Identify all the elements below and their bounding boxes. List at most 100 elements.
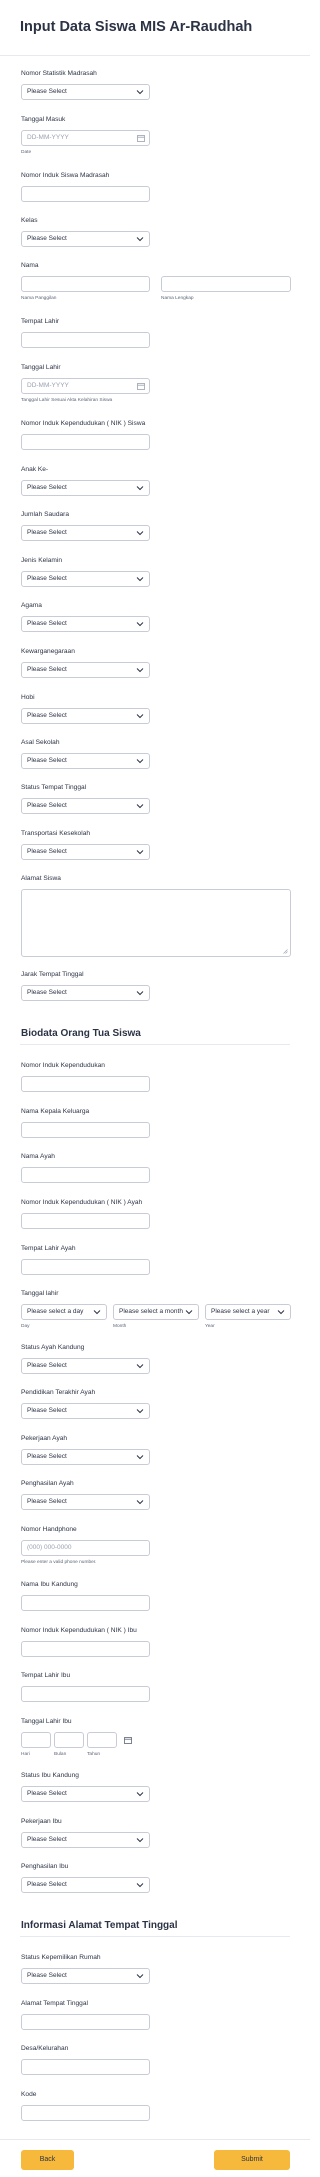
- hari-input[interactable]: [21, 1732, 51, 1748]
- select-value: Please select a day: [27, 1308, 84, 1315]
- tempat-lahir-ayah-input[interactable]: [21, 1259, 150, 1275]
- chevron-down-icon: [136, 1792, 144, 1797]
- select-value: Please Select: [27, 1453, 67, 1460]
- nama-ibu-input[interactable]: [21, 1595, 150, 1611]
- tahun-input[interactable]: [87, 1732, 117, 1748]
- nism-label: Nomor Induk Siswa Madrasah: [21, 172, 110, 179]
- pendidikan-ayah-label: Pendidikan Terakhir Ayah: [21, 1389, 96, 1396]
- alamat-siswa-textarea[interactable]: [21, 889, 291, 957]
- nama-ibu-label: Nama Ibu Kandung: [21, 1581, 78, 1588]
- handphone-label: Nomor Handphone: [21, 1526, 77, 1533]
- alamat-tempat-tinggal-input[interactable]: [21, 2014, 150, 2030]
- nik-label: Nomor Induk Kependudukan: [21, 1062, 105, 1069]
- kewarganegaraan-select[interactable]: Please Select: [21, 662, 150, 678]
- asal-sekolah-label: Asal Sekolah: [21, 739, 60, 746]
- nik-ayah-label: Nomor Induk Kependudukan ( NIK ) Ayah: [21, 1199, 143, 1206]
- status-ibu-select[interactable]: Please Select: [21, 1786, 150, 1802]
- desa-input[interactable]: [21, 2059, 150, 2075]
- pekerjaan-ayah-select[interactable]: Please Select: [21, 1449, 150, 1465]
- pendidikan-ayah-select[interactable]: Please Select: [21, 1403, 150, 1419]
- kode-label: Kode: [21, 2091, 37, 2098]
- status-rumah-select[interactable]: Please Select: [21, 1968, 150, 1984]
- select-value: Please Select: [27, 802, 67, 809]
- month-select[interactable]: Please select a month: [113, 1304, 199, 1320]
- chevron-down-icon: [136, 850, 144, 855]
- back-button[interactable]: Back: [21, 2150, 74, 2170]
- nik-ayah-input[interactable]: [21, 1213, 150, 1229]
- tanggal-masuk-sublabel: Date: [21, 150, 32, 155]
- tanggal-masuk-input[interactable]: DD-MM-YYYY: [21, 130, 150, 146]
- penghasilan-ayah-label: Penghasilan Ayah: [21, 1480, 74, 1487]
- status-ayah-label: Status Ayah Kandung: [21, 1344, 85, 1351]
- jenis-kelamin-select[interactable]: Please Select: [21, 571, 150, 587]
- tempat-lahir-ayah-label: Tempat Lahir Ayah: [21, 1245, 76, 1252]
- nama-kk-input[interactable]: [21, 1122, 150, 1138]
- status-rumah-label: Status Kepemilikan Rumah: [21, 1954, 101, 1961]
- chevron-down-icon: [136, 90, 144, 95]
- bulan-input[interactable]: [54, 1732, 84, 1748]
- nama-lengkap-input[interactable]: [161, 276, 291, 292]
- asal-sekolah-select[interactable]: Please Select: [21, 753, 150, 769]
- nama-ayah-input[interactable]: [21, 1167, 150, 1183]
- desa-label: Desa/Kelurahan: [21, 2045, 69, 2052]
- section-divider: [20, 1936, 290, 1937]
- status-tempat-tinggal-select[interactable]: Please Select: [21, 798, 150, 814]
- anak-ke-select[interactable]: Please Select: [21, 480, 150, 496]
- chevron-down-icon: [136, 577, 144, 582]
- penghasilan-ibu-select[interactable]: Please Select: [21, 1877, 150, 1893]
- alamat-siswa-label: Alamat Siswa: [21, 875, 61, 882]
- chevron-down-icon: [136, 1500, 144, 1505]
- penghasilan-ayah-select[interactable]: Please Select: [21, 1494, 150, 1510]
- agama-select[interactable]: Please Select: [21, 616, 150, 632]
- chevron-down-icon: [136, 1364, 144, 1369]
- nik-ibu-label: Nomor Induk Kependudukan ( NIK ) Ibu: [21, 1627, 137, 1634]
- chevron-down-icon: [136, 486, 144, 491]
- submit-button[interactable]: Submit: [214, 2150, 290, 2170]
- handphone-input[interactable]: (000) 000-0000: [21, 1540, 150, 1556]
- tanggal-lahir-input[interactable]: DD-MM-YYYY: [21, 378, 150, 394]
- pekerjaan-ibu-select[interactable]: Please Select: [21, 1832, 150, 1848]
- jarak-select[interactable]: Please Select: [21, 985, 150, 1001]
- chevron-down-icon: [136, 1838, 144, 1843]
- nik-siswa-input[interactable]: [21, 434, 150, 450]
- tempat-lahir-input[interactable]: [21, 332, 150, 348]
- nama-panggilan-input[interactable]: [21, 276, 150, 292]
- chevron-down-icon: [136, 714, 144, 719]
- select-value: Please Select: [27, 712, 67, 719]
- transportasi-label: Transportasi Kesekolah: [21, 830, 91, 837]
- day-select[interactable]: Please select a day: [21, 1304, 107, 1320]
- nik-ibu-input[interactable]: [21, 1641, 150, 1657]
- calendar-icon[interactable]: [137, 382, 145, 390]
- nik-input[interactable]: [21, 1076, 150, 1092]
- nama-ayah-label: Nama Ayah: [21, 1153, 55, 1160]
- calendar-icon[interactable]: [137, 134, 145, 142]
- tempat-lahir-ibu-input[interactable]: [21, 1686, 150, 1702]
- section-title-address: Informasi Alamat Tempat Tinggal: [21, 1920, 178, 1931]
- calendar-icon[interactable]: [124, 1736, 132, 1744]
- year-select[interactable]: Please select a year: [205, 1304, 291, 1320]
- nik-siswa-label: Nomor Induk Kependudukan ( NIK ) Siswa: [21, 420, 146, 427]
- jumlah-saudara-select[interactable]: Please Select: [21, 525, 150, 541]
- select-value: Please Select: [27, 88, 67, 95]
- hobi-select[interactable]: Please Select: [21, 708, 150, 724]
- section-divider: [20, 1044, 290, 1045]
- select-value: Please Select: [27, 989, 67, 996]
- form-header: Input Data Siswa MIS Ar-Raudhah: [0, 0, 310, 56]
- year-sublabel: Year: [205, 1324, 215, 1329]
- nsm-select[interactable]: Please Select: [21, 84, 150, 100]
- status-ayah-select[interactable]: Please Select: [21, 1358, 150, 1374]
- select-value: Please Select: [27, 620, 67, 627]
- transportasi-select[interactable]: Please Select: [21, 844, 150, 860]
- select-value: Please Select: [27, 1498, 67, 1505]
- penghasilan-ibu-label: Penghasilan Ibu: [21, 1863, 69, 1870]
- tahun-sublabel: Tahun: [87, 1752, 101, 1757]
- kode-input[interactable]: [21, 2105, 150, 2121]
- day-sublabel: Day: [21, 1324, 30, 1329]
- nama-lengkap-sublabel: Nama Lengkap: [161, 296, 194, 301]
- nism-input[interactable]: [21, 186, 150, 202]
- kelas-select[interactable]: Please Select: [21, 231, 150, 247]
- chevron-down-icon: [93, 1310, 101, 1315]
- pekerjaan-ibu-label: Pekerjaan Ibu: [21, 1818, 62, 1825]
- resize-handle-icon[interactable]: [283, 949, 288, 954]
- kelas-label: Kelas: [21, 217, 38, 224]
